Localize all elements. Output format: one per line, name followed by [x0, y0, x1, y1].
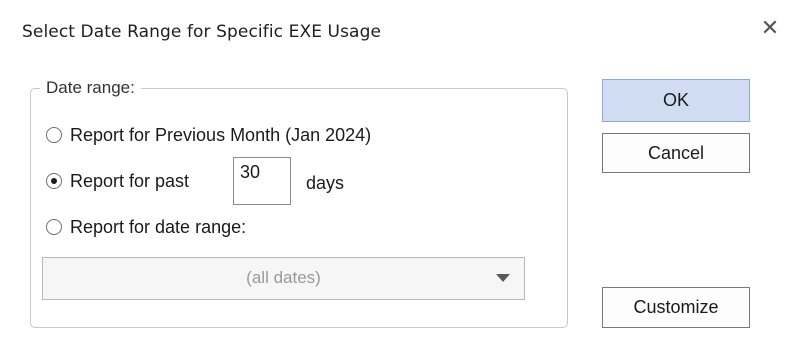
- chevron-down-icon[interactable]: [496, 274, 510, 282]
- select-date-range-dialog: Select Date Range for Specific EXE Usage…: [0, 0, 788, 341]
- radio-past-days-label: Report for past: [70, 170, 190, 191]
- close-icon[interactable]: ✕: [758, 14, 782, 42]
- cancel-button[interactable]: Cancel: [602, 133, 750, 173]
- days-suffix-label: days: [306, 173, 345, 193]
- radio-past-days[interactable]: Report for past: [46, 168, 189, 194]
- date-range-select[interactable]: (all dates): [42, 257, 525, 300]
- radio-icon[interactable]: [46, 173, 62, 189]
- radio-icon[interactable]: [46, 219, 62, 235]
- radio-icon[interactable]: [46, 127, 62, 143]
- date-range-legend: Date range:: [40, 78, 141, 98]
- date-range-select-value: (all dates): [246, 268, 321, 287]
- radio-date-range[interactable]: Report for date range:: [46, 214, 246, 240]
- dialog-title: Select Date Range for Specific EXE Usage: [22, 22, 382, 42]
- days-input[interactable]: 30: [233, 157, 291, 205]
- radio-previous-month-label: Report for Previous Month (Jan 2024): [70, 124, 372, 145]
- radio-date-range-label: Report for date range:: [70, 216, 247, 237]
- radio-previous-month[interactable]: Report for Previous Month (Jan 2024): [46, 122, 371, 148]
- customize-button[interactable]: Customize: [602, 287, 750, 328]
- ok-button[interactable]: OK: [602, 79, 750, 122]
